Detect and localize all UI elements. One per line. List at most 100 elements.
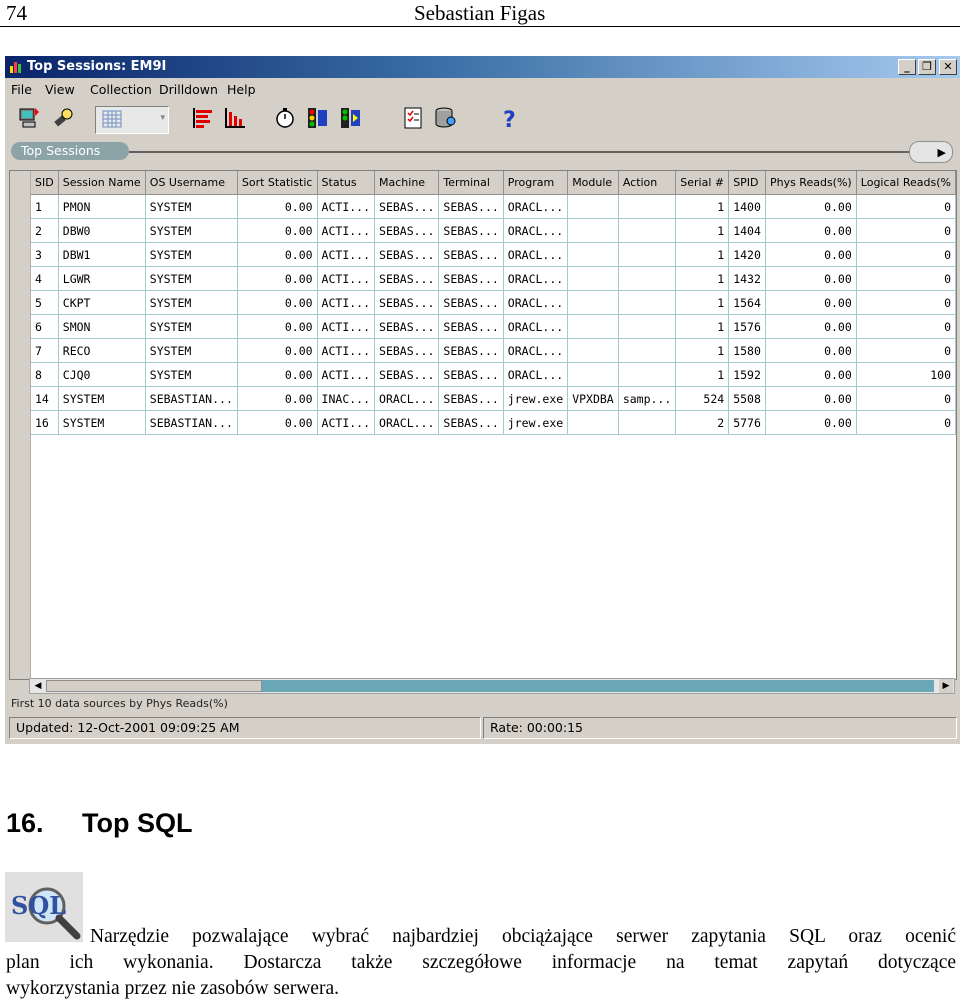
table-cell: 100: [856, 362, 956, 387]
table-cell: ORACL...: [503, 338, 569, 363]
table-cell: SEBASTIAN...: [145, 410, 238, 435]
tab-top-sessions[interactable]: Top Sessions: [11, 142, 129, 160]
col-terminal[interactable]: Terminal: [438, 171, 504, 195]
table-body: 1 PMON SYSTEM 0.00 ACTI... SEBAS... SEBAS... OR…: [31, 194, 956, 435]
table-cell: [618, 218, 677, 243]
table-cell: [567, 242, 619, 267]
table-cell: ACTI...: [317, 362, 376, 387]
computer-icon[interactable]: [17, 106, 41, 130]
table-row[interactable]: 6 SMON SYSTEM 0.00 ACTI... SEBAS... SEBAS... OR…: [31, 314, 956, 339]
col-machine[interactable]: Machine: [374, 171, 440, 195]
title-bar[interactable]: Top Sessions: EM9I _ ❐ ✕: [5, 56, 960, 78]
menu-collection[interactable]: Collection: [90, 82, 152, 97]
col-serial[interactable]: Serial #: [675, 171, 730, 195]
restore-button[interactable]: ❐: [918, 59, 936, 75]
table-cell: SYSTEM: [145, 242, 238, 267]
table-cell: 1564: [728, 290, 766, 315]
table-row[interactable]: 14 SYSTEM SEBASTIAN... 0.00 INAC... ORACL... S…: [31, 386, 956, 411]
section-paragraph: Narzędzie pozwalające wybrać najbardziej…: [6, 924, 956, 1002]
row-header-column: [10, 171, 31, 679]
view-selector-combo[interactable]: ▾: [95, 106, 169, 134]
table-row[interactable]: 8 CJQ0 SYSTEM 0.00 ACTI... SEBAS... SEBAS... OR…: [31, 362, 956, 387]
table-cell: 4: [31, 266, 59, 291]
menu-drilldown[interactable]: Drilldown: [159, 82, 218, 97]
svg-text:?: ?: [503, 108, 516, 130]
table-cell: SEBAS...: [438, 266, 504, 291]
col-os-username[interactable]: OS Username: [145, 171, 238, 195]
table-cell: [618, 314, 677, 339]
table-cell: ORACL...: [374, 386, 440, 411]
minimize-button[interactable]: _: [898, 59, 916, 75]
table-row[interactable]: 4 LGWR SYSTEM 0.00 ACTI... SEBAS... SEBAS... OR…: [31, 266, 956, 291]
col-sid[interactable]: SID: [31, 171, 59, 195]
col-action[interactable]: Action: [618, 171, 677, 195]
checklist-icon[interactable]: [401, 106, 425, 130]
scroll-right-icon[interactable]: ▶: [939, 679, 953, 693]
horizontal-scrollbar[interactable]: ◀ ▶: [29, 678, 955, 694]
table-cell: SEBAS...: [438, 218, 504, 243]
col-spid[interactable]: SPID: [728, 171, 766, 195]
table-cell: [618, 266, 677, 291]
col-program[interactable]: Program: [503, 171, 569, 195]
flashlight-icon[interactable]: [51, 106, 75, 130]
bar-chart-horizontal-icon[interactable]: [191, 106, 215, 130]
table-cell: SYSTEM: [145, 362, 238, 387]
scrollbar-thumb[interactable]: [46, 680, 262, 692]
col-phys-reads[interactable]: Phys Reads(%): [765, 171, 857, 195]
menu-help[interactable]: Help: [227, 82, 256, 97]
table-cell: 0.00: [237, 362, 318, 387]
run-report-icon[interactable]: [338, 106, 362, 130]
col-logical-reads[interactable]: Logical Reads(%: [856, 171, 956, 195]
table-cell: SEBAS...: [374, 242, 440, 267]
paragraph-line-3: wykorzystania przez nie zasobów serwera.: [6, 978, 339, 999]
stopwatch-icon[interactable]: [273, 106, 297, 130]
table-cell: 0.00: [237, 410, 318, 435]
table-row[interactable]: 16 SYSTEM SEBASTIAN... 0.00 ACTI... ORACL... S…: [31, 410, 956, 435]
col-sort-statistic[interactable]: Sort Statistic: [237, 171, 318, 195]
table-row[interactable]: 7 RECO SYSTEM 0.00 ACTI... SEBAS... SEBAS... OR…: [31, 338, 956, 363]
database-icon[interactable]: [433, 106, 457, 130]
table-cell: 0: [856, 266, 956, 291]
table-cell: 6: [31, 314, 59, 339]
status-updated-panel: Updated: 12-Oct-2001 09:09:25 AM: [9, 717, 481, 739]
table-cell: 3: [31, 242, 59, 267]
traffic-light-icon[interactable]: [305, 106, 329, 130]
table-cell: 0.00: [765, 338, 857, 363]
tab-divider: [129, 151, 909, 153]
table-cell: ACTI...: [317, 290, 376, 315]
sessions-grid: SID Session Name OS Username Sort Statis…: [9, 170, 957, 680]
table-cell: DBW1: [58, 242, 146, 267]
table-cell: 1: [675, 218, 730, 243]
table-cell: ACTI...: [317, 194, 376, 219]
table-cell: 2: [675, 410, 730, 435]
table-cell: VPXDBA: [567, 386, 619, 411]
col-status[interactable]: Status: [317, 171, 376, 195]
table-row[interactable]: 5 CKPT SYSTEM 0.00 ACTI... SEBAS... SEBAS... OR…: [31, 290, 956, 315]
window-title: Top Sessions: EM9I: [27, 59, 167, 74]
table-cell: [618, 410, 677, 435]
col-session-name[interactable]: Session Name: [58, 171, 146, 195]
table-cell: SYSTEM: [145, 266, 238, 291]
table-cell: 1: [675, 338, 730, 363]
table-row[interactable]: 1 PMON SYSTEM 0.00 ACTI... SEBAS... SEBAS... OR…: [31, 194, 956, 219]
close-button[interactable]: ✕: [939, 59, 957, 75]
table-cell: 1: [675, 266, 730, 291]
menu-file[interactable]: File: [11, 82, 32, 97]
table-row[interactable]: 2 DBW0 SYSTEM 0.00 ACTI... SEBAS... SEBAS... OR…: [31, 218, 956, 243]
table-cell: 14: [31, 386, 59, 411]
tab-scroll-right-button[interactable]: ▶: [909, 141, 953, 163]
table-cell: SEBAS...: [374, 194, 440, 219]
status-rate: Rate: 00:00:15: [490, 720, 583, 735]
col-module[interactable]: Module: [567, 171, 619, 195]
help-icon[interactable]: ?: [497, 106, 521, 130]
table-cell: [618, 362, 677, 387]
table-cell: 0.00: [765, 194, 857, 219]
menu-view[interactable]: View: [45, 82, 75, 97]
scroll-left-icon[interactable]: ◀: [31, 679, 45, 693]
table-cell: 1: [675, 242, 730, 267]
table-cell: [567, 266, 619, 291]
table-row[interactable]: 3 DBW1 SYSTEM 0.00 ACTI... SEBAS... SEBAS... OR…: [31, 242, 956, 267]
table-cell: 0: [856, 194, 956, 219]
bar-chart-vertical-icon[interactable]: [223, 106, 247, 130]
scrollbar-track[interactable]: [262, 680, 934, 692]
